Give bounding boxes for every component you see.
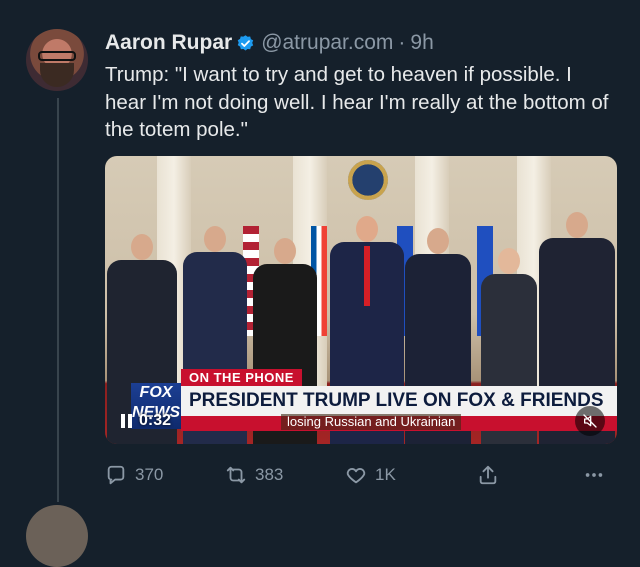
next-post-avatar[interactable] [26, 505, 88, 567]
share-button[interactable] [477, 460, 507, 490]
speaker-muted-icon [583, 414, 597, 428]
logo-line-1: FOX [139, 384, 173, 401]
more-options-button[interactable] [583, 460, 613, 490]
avatar-glasses [38, 51, 76, 61]
repost-button[interactable]: 383 [225, 460, 283, 490]
author-name[interactable]: Aaron Rupar [105, 31, 232, 55]
more-options-icon [585, 473, 603, 477]
news-ticker: losing Russian and Ukrainian [281, 414, 462, 430]
mute-icon[interactable] [575, 406, 605, 436]
pause-icon[interactable] [121, 414, 137, 430]
reply-button[interactable]: 370 [105, 460, 163, 490]
like-count: 1K [375, 465, 396, 484]
avatar-beard [40, 63, 74, 87]
video-player[interactable]: ON THE PHONE FOX NEWS PRESIDENT TRUMP LI… [105, 156, 617, 444]
thread-line [57, 98, 59, 502]
like-button[interactable]: 1K [345, 460, 396, 490]
verified-badge-icon [237, 34, 254, 51]
news-lower-third: ON THE PHONE FOX NEWS PRESIDENT TRUMP LI… [131, 369, 617, 444]
heart-icon [346, 468, 366, 484]
reply-count: 370 [135, 465, 164, 484]
author-handle[interactable]: @atrupar.com [261, 31, 393, 55]
video-time: 0:32 [139, 412, 172, 429]
avatar[interactable] [26, 29, 88, 91]
share-icon [479, 465, 497, 485]
repost-count: 383 [255, 465, 284, 484]
reply-icon [107, 465, 125, 485]
repost-icon [226, 466, 246, 484]
tweet-header: Aaron Rupar @atrupar.com · 9h [105, 30, 434, 56]
header-separator: · [398, 31, 406, 54]
post-timestamp[interactable]: 9h [410, 31, 433, 55]
presidential-seal [348, 160, 388, 200]
news-headline: PRESIDENT TRUMP LIVE ON FOX & FRIENDS [181, 386, 617, 416]
tweet-actions: 370 383 1K [105, 460, 615, 490]
on-the-phone-tag: ON THE PHONE [181, 369, 302, 386]
tweet-text: Trump: "I want to try and get to heaven … [105, 63, 609, 141]
